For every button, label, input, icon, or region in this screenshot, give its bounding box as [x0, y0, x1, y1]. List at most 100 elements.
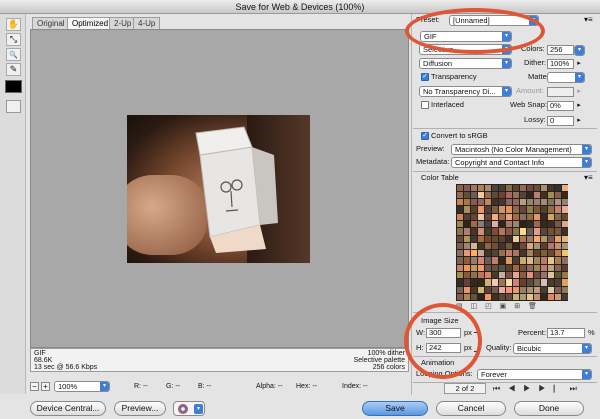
color-swatch[interactable]: [477, 184, 484, 191]
color-swatch[interactable]: [533, 228, 540, 235]
zoom-tool-button[interactable]: 🔍: [6, 48, 21, 61]
color-swatch[interactable]: [554, 228, 561, 235]
color-swatch[interactable]: [463, 228, 470, 235]
color-swatch[interactable]: [526, 184, 533, 191]
color-swatch[interactable]: [470, 206, 477, 213]
color-swatch[interactable]: [484, 272, 491, 279]
color-swatch[interactable]: [526, 228, 533, 235]
color-swatch[interactable]: [540, 293, 547, 301]
color-swatch[interactable]: [470, 228, 477, 235]
done-button[interactable]: Done: [514, 401, 584, 416]
tab-4up[interactable]: 4-Up: [133, 17, 161, 29]
color-swatch[interactable]: [463, 264, 470, 272]
color-swatch[interactable]: [498, 191, 505, 199]
color-swatch[interactable]: [533, 242, 540, 250]
color-swatch[interactable]: [512, 235, 519, 242]
color-swatch[interactable]: [505, 286, 512, 293]
color-swatch[interactable]: [498, 293, 505, 301]
color-swatch[interactable]: [477, 206, 484, 213]
color-swatch[interactable]: [498, 228, 505, 235]
playback-buttons[interactable]: ⏮◀▶▶▏⏭: [493, 384, 585, 394]
color-swatch[interactable]: [484, 184, 491, 191]
looping-options-select[interactable]: Forever ▾: [477, 369, 592, 380]
color-swatch[interactable]: [512, 272, 519, 279]
color-swatch[interactable]: [484, 250, 491, 257]
color-swatch[interactable]: [540, 279, 547, 286]
color-swatch[interactable]: [540, 235, 547, 242]
color-swatch[interactable]: [491, 286, 498, 293]
color-swatch[interactable]: [547, 279, 554, 286]
color-swatch[interactable]: [463, 206, 470, 213]
color-swatch[interactable]: [519, 191, 526, 199]
color-table-toolbar[interactable]: ▤ ◫ ◰ ▣ ⊞ 🗑: [456, 302, 540, 310]
color-swatch[interactable]: [512, 286, 519, 293]
color-swatch[interactable]: [456, 293, 463, 301]
color-swatch[interactable]: [540, 220, 547, 228]
color-swatch[interactable]: [498, 220, 505, 228]
color-swatch[interactable]: [519, 257, 526, 264]
color-swatch[interactable]: [463, 250, 470, 257]
color-swatch[interactable]: [526, 264, 533, 272]
color-swatch[interactable]: [505, 264, 512, 272]
color-swatch[interactable]: [456, 286, 463, 293]
dither-field[interactable]: 100%: [547, 59, 574, 69]
color-swatch[interactable]: [561, 257, 568, 264]
color-swatch[interactable]: [547, 206, 554, 213]
color-swatch[interactable]: [533, 264, 540, 272]
constrain-proportions-link-icon[interactable]: [474, 332, 480, 352]
color-swatch[interactable]: [533, 206, 540, 213]
color-swatch[interactable]: [561, 213, 568, 220]
color-swatch[interactable]: [533, 279, 540, 286]
color-swatch[interactable]: [477, 199, 484, 206]
color-swatch[interactable]: [491, 293, 498, 301]
color-swatch[interactable]: [470, 257, 477, 264]
color-swatch[interactable]: [505, 228, 512, 235]
color-swatch[interactable]: [561, 272, 568, 279]
color-swatch[interactable]: [491, 206, 498, 213]
lossy-slider-arrow-icon[interactable]: ▸: [574, 116, 584, 126]
preset-select[interactable]: [Unnamed] ▾: [449, 15, 539, 26]
optimize-menu-icon[interactable]: ▾≡: [584, 15, 593, 24]
color-swatch[interactable]: [512, 257, 519, 264]
color-swatch[interactable]: [533, 235, 540, 242]
color-swatch[interactable]: [505, 206, 512, 213]
preview-in-browser-button[interactable]: Preview...: [114, 401, 166, 416]
color-swatch[interactable]: [491, 220, 498, 228]
color-swatch[interactable]: [533, 257, 540, 264]
color-swatch[interactable]: [512, 213, 519, 220]
color-swatch[interactable]: [519, 264, 526, 272]
color-swatch[interactable]: [561, 242, 568, 250]
color-swatch[interactable]: [561, 184, 568, 191]
color-swatch[interactable]: [456, 199, 463, 206]
color-swatch[interactable]: [491, 279, 498, 286]
quality-select[interactable]: Bicubic ▾: [513, 343, 592, 354]
color-swatch[interactable]: [491, 199, 498, 206]
color-swatch[interactable]: [540, 272, 547, 279]
color-swatch[interactable]: [456, 242, 463, 250]
color-swatch[interactable]: [526, 220, 533, 228]
color-swatch[interactable]: [526, 257, 533, 264]
color-swatch[interactable]: [477, 279, 484, 286]
color-swatch[interactable]: [491, 235, 498, 242]
color-swatch[interactable]: [561, 228, 568, 235]
dither-slider-arrow-icon[interactable]: ▸: [574, 59, 584, 69]
color-swatch[interactable]: [470, 213, 477, 220]
color-swatch[interactable]: [498, 286, 505, 293]
color-swatch[interactable]: [554, 242, 561, 250]
color-swatch[interactable]: [547, 228, 554, 235]
color-swatch[interactable]: [470, 264, 477, 272]
color-swatch[interactable]: [547, 235, 554, 242]
color-swatch[interactable]: [526, 293, 533, 301]
color-swatch[interactable]: [554, 250, 561, 257]
color-swatch[interactable]: [540, 206, 547, 213]
color-swatch[interactable]: [519, 250, 526, 257]
color-swatch[interactable]: [540, 250, 547, 257]
color-swatch[interactable]: [470, 199, 477, 206]
color-swatch[interactable]: [519, 242, 526, 250]
color-swatch[interactable]: [456, 264, 463, 272]
color-swatch[interactable]: [491, 257, 498, 264]
color-swatch[interactable]: [498, 279, 505, 286]
tab-optimized[interactable]: Optimized: [67, 17, 114, 29]
color-swatch[interactable]: [463, 191, 470, 199]
color-swatch[interactable]: [554, 199, 561, 206]
